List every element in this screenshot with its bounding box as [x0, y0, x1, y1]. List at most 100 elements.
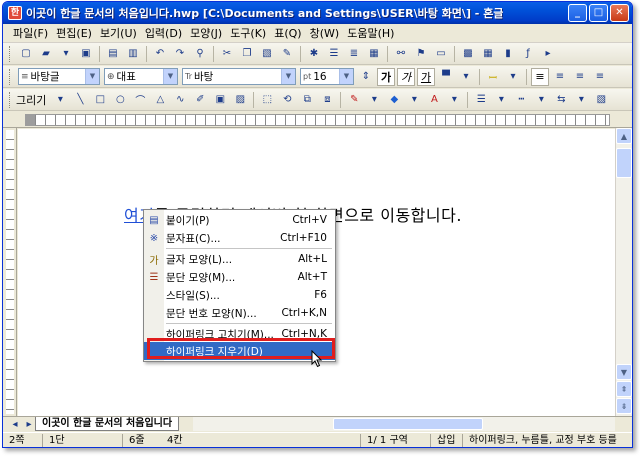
fill-color-icon[interactable]: ◆: [386, 92, 402, 108]
chevron-down-icon[interactable]: ▼: [339, 69, 353, 84]
toolbar-grip[interactable]: [9, 45, 12, 62]
picture-icon[interactable]: ▩: [460, 46, 476, 62]
new-document-icon[interactable]: ▢: [18, 46, 34, 62]
menu-tools[interactable]: 도구(K): [226, 25, 270, 41]
horizontal-ruler[interactable]: [3, 112, 632, 128]
outline-icon[interactable]: ▦: [366, 46, 382, 62]
ungroup-icon[interactable]: ⧈: [319, 92, 335, 108]
menu-item-para-number[interactable]: 문단 번호 모양(N)... Ctrl+K,N: [144, 304, 335, 322]
chevron-down-icon[interactable]: ▾: [406, 92, 422, 108]
scroll-down-button[interactable]: ▼: [616, 364, 632, 380]
menu-item-para-shape[interactable]: ☰ 문단 모양(M)... Alt+T: [144, 268, 335, 286]
minimize-button[interactable]: _: [568, 4, 587, 22]
font-size-select[interactable]: pt 16 ▼: [300, 68, 354, 85]
copy-icon[interactable]: ❐: [239, 46, 255, 62]
line-color-icon[interactable]: ✎: [346, 92, 362, 108]
prev-page-button[interactable]: ⇞: [616, 381, 632, 397]
chevron-down-icon[interactable]: ▾: [446, 92, 462, 108]
toolbar-grip[interactable]: [9, 68, 12, 85]
undo-icon[interactable]: ↶: [152, 46, 168, 62]
formula-icon[interactable]: ƒ: [520, 46, 536, 62]
shadow-icon[interactable]: ▧: [593, 92, 609, 108]
next-page-button[interactable]: ⇟: [616, 398, 632, 414]
tab-document[interactable]: 이곳이 한글 문서의 처음입니다: [35, 417, 180, 431]
menu-item-style[interactable]: 스타일(S)... F6: [144, 286, 335, 304]
rotate-icon[interactable]: ⟲: [279, 92, 295, 108]
align-left-icon[interactable]: ≡: [552, 69, 568, 85]
redo-icon[interactable]: ↷: [172, 46, 188, 62]
bold-button[interactable]: 가: [377, 67, 395, 86]
select-objects-icon[interactable]: ⬚: [259, 92, 275, 108]
align-center-icon[interactable]: ≡: [572, 69, 588, 85]
underline-button[interactable]: 가: [417, 67, 435, 86]
more-icon[interactable]: ▸: [540, 46, 556, 62]
align-justify-icon[interactable]: ≡: [531, 67, 549, 86]
open-dropdown-icon[interactable]: ▾: [58, 46, 74, 62]
chevron-down-icon[interactable]: ▾: [505, 69, 521, 85]
close-button[interactable]: ✕: [610, 4, 629, 22]
align-right-icon[interactable]: ≡: [592, 69, 608, 85]
rectangle-tool-icon[interactable]: □: [92, 92, 108, 108]
pen-tool-icon[interactable]: ✐: [192, 92, 208, 108]
hwp-app-icon[interactable]: 한: [8, 6, 22, 20]
menu-file[interactable]: 파일(F): [9, 25, 52, 41]
ellipse-tool-icon[interactable]: ○: [112, 92, 128, 108]
menu-format[interactable]: 모양(J): [186, 25, 226, 41]
font-select[interactable]: Tr 바탕 ▼: [182, 68, 296, 85]
chevron-down-icon[interactable]: ▾: [573, 92, 589, 108]
menu-table[interactable]: 표(Q): [270, 25, 305, 41]
chevron-down-icon[interactable]: ▾: [533, 92, 549, 108]
draw-label[interactable]: 그리기: [16, 92, 46, 108]
size-stepper-icon[interactable]: ⇕: [358, 69, 374, 85]
highlight-icon[interactable]: ꟷ: [485, 69, 501, 85]
vertical-ruler[interactable]: [3, 128, 17, 416]
save-icon[interactable]: ▣: [78, 46, 94, 62]
font-language-select[interactable]: ⊕ 대표 ▼: [104, 68, 178, 85]
menu-edit[interactable]: 편집(E): [52, 25, 96, 41]
menu-item-paste[interactable]: ▤ 붙이기(P) Ctrl+V: [144, 211, 335, 229]
memo-icon[interactable]: ▭: [433, 46, 449, 62]
link-icon[interactable]: ⚯: [393, 46, 409, 62]
horizontal-scroll-thumb[interactable]: [333, 418, 483, 430]
menu-item-char-shape[interactable]: 가 글자 모양(L)... Alt+L: [144, 250, 335, 268]
scroll-thumb[interactable]: [616, 148, 632, 178]
horizontal-scrollbar[interactable]: [193, 417, 615, 431]
group-icon[interactable]: ⧉: [299, 92, 315, 108]
chevron-down-icon[interactable]: ▾: [366, 92, 382, 108]
chevron-down-icon[interactable]: ▼: [85, 69, 99, 84]
char-shape-icon[interactable]: ✱: [306, 46, 322, 62]
line-tool-icon[interactable]: ╲: [72, 92, 88, 108]
polygon-tool-icon[interactable]: △: [152, 92, 168, 108]
chevron-down-icon[interactable]: ▼: [281, 69, 295, 84]
scroll-up-button[interactable]: ▲: [616, 128, 632, 144]
open-folder-icon[interactable]: ▰: [38, 46, 54, 62]
status-mode[interactable]: 삽입: [431, 434, 463, 447]
italic-button[interactable]: 가: [397, 67, 415, 86]
chevron-down-icon[interactable]: ▼: [163, 69, 177, 84]
line-width-icon[interactable]: ☰: [473, 92, 489, 108]
curve-tool-icon[interactable]: ∿: [172, 92, 188, 108]
menu-insert[interactable]: 입력(D): [141, 25, 186, 41]
line-style-icon[interactable]: ┅: [513, 92, 529, 108]
menu-window[interactable]: 창(W): [306, 25, 344, 41]
menu-view[interactable]: 보기(U): [96, 25, 141, 41]
paste-icon[interactable]: ▧: [259, 46, 275, 62]
vertical-scrollbar[interactable]: ▲ ▼ ⇞ ⇟: [615, 128, 632, 416]
maximize-button[interactable]: □: [589, 4, 608, 22]
toolbar-grip[interactable]: [9, 91, 12, 108]
arc-tool-icon[interactable]: ⌒: [132, 92, 148, 108]
image-tool-icon[interactable]: ▨: [232, 92, 248, 108]
bookmark-icon[interactable]: ⚑: [413, 46, 429, 62]
font-color-icon[interactable]: A: [426, 92, 442, 108]
title-bar[interactable]: 한 이곳이 한글 문서의 처음입니다.hwp [C:\Documents and…: [3, 2, 632, 24]
textbox-tool-icon[interactable]: ▣: [212, 92, 228, 108]
style-select[interactable]: ≡ 바탕글 ▼: [18, 68, 100, 85]
menu-help[interactable]: 도움말(H): [343, 25, 398, 41]
cut-icon[interactable]: ✂: [219, 46, 235, 62]
text-color-icon[interactable]: ▀: [438, 69, 454, 85]
para-shape-icon[interactable]: ☰: [326, 46, 342, 62]
chevron-down-icon[interactable]: ▾: [52, 92, 68, 108]
chevron-down-icon[interactable]: ▾: [493, 92, 509, 108]
table-icon[interactable]: ▦: [480, 46, 496, 62]
arrow-style-icon[interactable]: ⇆: [553, 92, 569, 108]
